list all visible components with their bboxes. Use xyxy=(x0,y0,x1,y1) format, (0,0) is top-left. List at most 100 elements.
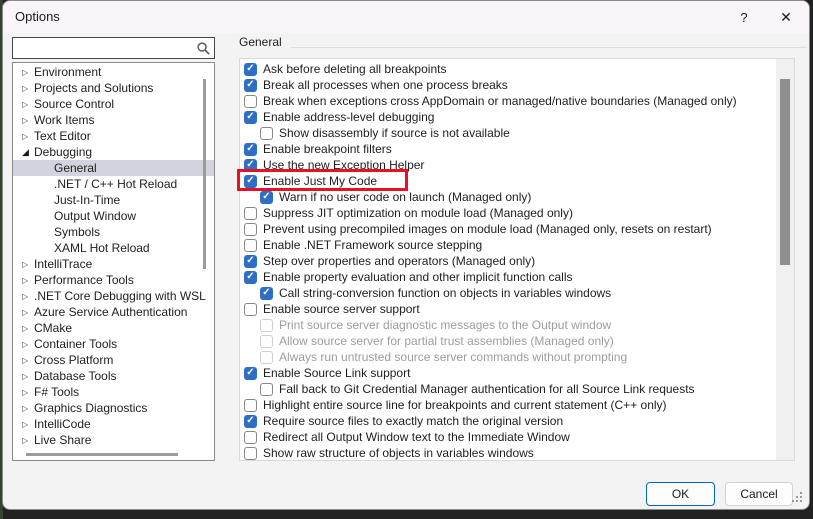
tree-item-environment[interactable]: ▷Environment xyxy=(13,64,214,80)
ok-button[interactable]: OK xyxy=(646,482,715,506)
checkbox-enable-property-evaluation-and-other-implicit-function-calls[interactable]: ✓ xyxy=(244,271,257,284)
checkbox-suppress-jit-optimization-on-module-load-managed-only[interactable] xyxy=(244,207,257,220)
option-row-break-all-processes-when-one-process-breaks[interactable]: ✓Break all processes when one process br… xyxy=(240,77,774,93)
checkbox-warn-if-no-user-code-on-launch-managed-only[interactable]: ✓ xyxy=(260,191,273,204)
expand-arrow-icon[interactable]: ▷ xyxy=(22,68,34,77)
expand-arrow-icon[interactable]: ▷ xyxy=(22,340,34,349)
tree-vertical-scrollbar[interactable] xyxy=(203,79,206,269)
option-row-enable-property-evaluation-and-other-implicit-function-calls[interactable]: ✓Enable property evaluation and other im… xyxy=(240,269,774,285)
option-row-show-raw-structure-of-objects-in-variables-windows[interactable]: Show raw structure of objects in variabl… xyxy=(240,445,774,461)
checkbox-enable-net-framework-source-stepping[interactable] xyxy=(244,239,257,252)
expand-arrow-icon[interactable]: ▷ xyxy=(22,372,34,381)
option-row-enable-just-my-code[interactable]: ✓Enable Just My Code xyxy=(240,173,774,189)
option-row-redirect-all-output-window-text-to-the-immediate-window[interactable]: Redirect all Output Window text to the I… xyxy=(240,429,774,445)
tree-item-label: Azure Service Authentication xyxy=(34,305,187,319)
tree-item-work-items[interactable]: ▷Work Items xyxy=(13,112,214,128)
option-row-step-over-properties-and-operators-managed-only[interactable]: ✓Step over properties and operators (Man… xyxy=(240,253,774,269)
option-row-require-source-files-to-exactly-match-the-original-version[interactable]: ✓Require source files to exactly match t… xyxy=(240,413,774,429)
tree-item-symbols[interactable]: Symbols xyxy=(13,224,214,240)
checkbox-enable-source-link-support[interactable]: ✓ xyxy=(244,367,257,380)
expand-arrow-icon[interactable]: ▷ xyxy=(22,292,34,301)
expand-arrow-icon[interactable]: ▷ xyxy=(22,276,34,285)
tree-item-general[interactable]: General xyxy=(13,160,214,176)
list-scrollbar[interactable] xyxy=(776,59,794,460)
expand-arrow-icon[interactable]: ▷ xyxy=(22,116,34,125)
option-label: Use the new Exception Helper xyxy=(263,158,424,172)
checkbox-break-when-exceptions-cross-appdomain-or-managed-native-boundaries-managed-only[interactable] xyxy=(244,95,257,108)
checkbox-fall-back-to-git-credential-manager-authentication-for-all-source-link-requests[interactable] xyxy=(260,383,273,396)
help-button[interactable]: ? xyxy=(729,3,759,31)
tree-item-text-editor[interactable]: ▷Text Editor xyxy=(13,128,214,144)
tree-item-cmake[interactable]: ▷CMake xyxy=(13,320,214,336)
tree-item-net-core-debugging-with-wsl[interactable]: ▷.NET Core Debugging with WSL xyxy=(13,288,214,304)
option-row-call-string-conversion-function-on-objects-in-variables-windows[interactable]: ✓Call string-conversion function on obje… xyxy=(240,285,774,301)
tree-item-f-tools[interactable]: ▷F# Tools xyxy=(13,384,214,400)
search-icon[interactable] xyxy=(196,41,211,56)
tree-item-net-c-hot-reload[interactable]: .NET / C++ Hot Reload xyxy=(13,176,214,192)
tree-item-live-share[interactable]: ▷Live Share xyxy=(13,432,214,448)
tree-item-source-control[interactable]: ▷Source Control xyxy=(13,96,214,112)
checkbox-use-the-new-exception-helper[interactable]: ✓ xyxy=(244,159,257,172)
checkbox-enable-address-level-debugging[interactable]: ✓ xyxy=(244,111,257,124)
tree-item-just-in-time[interactable]: Just-In-Time xyxy=(13,192,214,208)
tree-item-database-tools[interactable]: ▷Database Tools xyxy=(13,368,214,384)
checkbox-require-source-files-to-exactly-match-the-original-version[interactable]: ✓ xyxy=(244,415,257,428)
expand-arrow-icon[interactable]: ▷ xyxy=(22,356,34,365)
cancel-button[interactable]: Cancel xyxy=(725,482,793,506)
search-input[interactable] xyxy=(15,38,191,58)
option-row-break-when-exceptions-cross-appdomain-or-managed-native-boundaries-managed-only[interactable]: Break when exceptions cross AppDomain or… xyxy=(240,93,774,109)
tree-item-projects-and-solutions[interactable]: ▷Projects and Solutions xyxy=(13,80,214,96)
option-row-prevent-using-precompiled-images-on-module-load-managed-only-resets-on-restart[interactable]: Prevent using precompiled images on modu… xyxy=(240,221,774,237)
tree-item-performance-tools[interactable]: ▷Performance Tools xyxy=(13,272,214,288)
expand-arrow-icon[interactable]: ▷ xyxy=(22,404,34,413)
expand-arrow-icon[interactable]: ▷ xyxy=(22,308,34,317)
option-row-enable-source-server-support[interactable]: Enable source server support xyxy=(240,301,774,317)
expand-arrow-icon[interactable]: ▷ xyxy=(22,100,34,109)
checkbox-highlight-entire-source-line-for-breakpoints-and-current-statement-c-only[interactable] xyxy=(244,399,257,412)
option-row-enable-breakpoint-filters[interactable]: ✓Enable breakpoint filters xyxy=(240,141,774,157)
tree-item-intellicode[interactable]: ▷IntelliCode xyxy=(13,416,214,432)
checkbox-show-disassembly-if-source-is-not-available[interactable] xyxy=(260,127,273,140)
expand-arrow-icon[interactable]: ▷ xyxy=(22,132,34,141)
checkbox-enable-source-server-support[interactable] xyxy=(244,303,257,316)
option-row-ask-before-deleting-all-breakpoints[interactable]: ✓Ask before deleting all breakpoints xyxy=(240,61,774,77)
checkbox-ask-before-deleting-all-breakpoints[interactable]: ✓ xyxy=(244,63,257,76)
expand-arrow-icon[interactable]: ▷ xyxy=(22,84,34,93)
option-row-warn-if-no-user-code-on-launch-managed-only[interactable]: ✓Warn if no user code on launch (Managed… xyxy=(240,189,774,205)
option-row-enable-source-link-support[interactable]: ✓Enable Source Link support xyxy=(240,365,774,381)
expand-arrow-icon[interactable]: ▷ xyxy=(22,324,34,333)
tree-item-graphics-diagnostics[interactable]: ▷Graphics Diagnostics xyxy=(13,400,214,416)
tree-item-cross-platform[interactable]: ▷Cross Platform xyxy=(13,352,214,368)
tree-item-output-window[interactable]: Output Window xyxy=(13,208,214,224)
option-row-suppress-jit-optimization-on-module-load-managed-only[interactable]: Suppress JIT optimization on module load… xyxy=(240,205,774,221)
tree-item-debugging[interactable]: ◢Debugging xyxy=(13,144,214,160)
tree-item-container-tools[interactable]: ▷Container Tools xyxy=(13,336,214,352)
close-button[interactable]: ✕ xyxy=(771,3,801,31)
expand-arrow-icon[interactable]: ▷ xyxy=(22,260,34,269)
expand-arrow-icon[interactable]: ▷ xyxy=(22,436,34,445)
option-row-enable-address-level-debugging[interactable]: ✓Enable address-level debugging xyxy=(240,109,774,125)
checkbox-call-string-conversion-function-on-objects-in-variables-windows[interactable]: ✓ xyxy=(260,287,273,300)
collapse-arrow-icon[interactable]: ◢ xyxy=(22,147,34,158)
checkbox-redirect-all-output-window-text-to-the-immediate-window[interactable] xyxy=(244,431,257,444)
expand-arrow-icon[interactable]: ▷ xyxy=(22,388,34,397)
checkbox-enable-just-my-code[interactable]: ✓ xyxy=(244,175,257,188)
expand-arrow-icon[interactable]: ▷ xyxy=(22,420,34,429)
option-row-fall-back-to-git-credential-manager-authentication-for-all-source-link-requests[interactable]: Fall back to Git Credential Manager auth… xyxy=(240,381,774,397)
option-row-enable-net-framework-source-stepping[interactable]: Enable .NET Framework source stepping xyxy=(240,237,774,253)
tree-item-intellitrace[interactable]: ▷IntelliTrace xyxy=(13,256,214,272)
checkbox-break-all-processes-when-one-process-breaks[interactable]: ✓ xyxy=(244,79,257,92)
checkbox-step-over-properties-and-operators-managed-only[interactable]: ✓ xyxy=(244,255,257,268)
checkbox-show-raw-structure-of-objects-in-variables-windows[interactable] xyxy=(244,447,257,460)
list-scrollbar-thumb[interactable] xyxy=(780,79,790,265)
option-row-use-the-new-exception-helper[interactable]: ✓ Use the new Exception Helper xyxy=(240,157,774,173)
checkbox-prevent-using-precompiled-images-on-module-load-managed-only-resets-on-restart[interactable] xyxy=(244,223,257,236)
tree-item-xaml-hot-reload[interactable]: XAML Hot Reload xyxy=(13,240,214,256)
resize-grip[interactable] xyxy=(800,500,802,502)
tree-item-azure-service-authentication[interactable]: ▷Azure Service Authentication xyxy=(13,304,214,320)
checkbox-enable-breakpoint-filters[interactable]: ✓ xyxy=(244,143,257,156)
search-box[interactable] xyxy=(12,37,215,59)
option-row-show-disassembly-if-source-is-not-available[interactable]: Show disassembly if source is not availa… xyxy=(240,125,774,141)
tree-horizontal-scrollbar[interactable] xyxy=(26,453,178,456)
option-row-highlight-entire-source-line-for-breakpoints-and-current-statement-c-only[interactable]: Highlight entire source line for breakpo… xyxy=(240,397,774,413)
